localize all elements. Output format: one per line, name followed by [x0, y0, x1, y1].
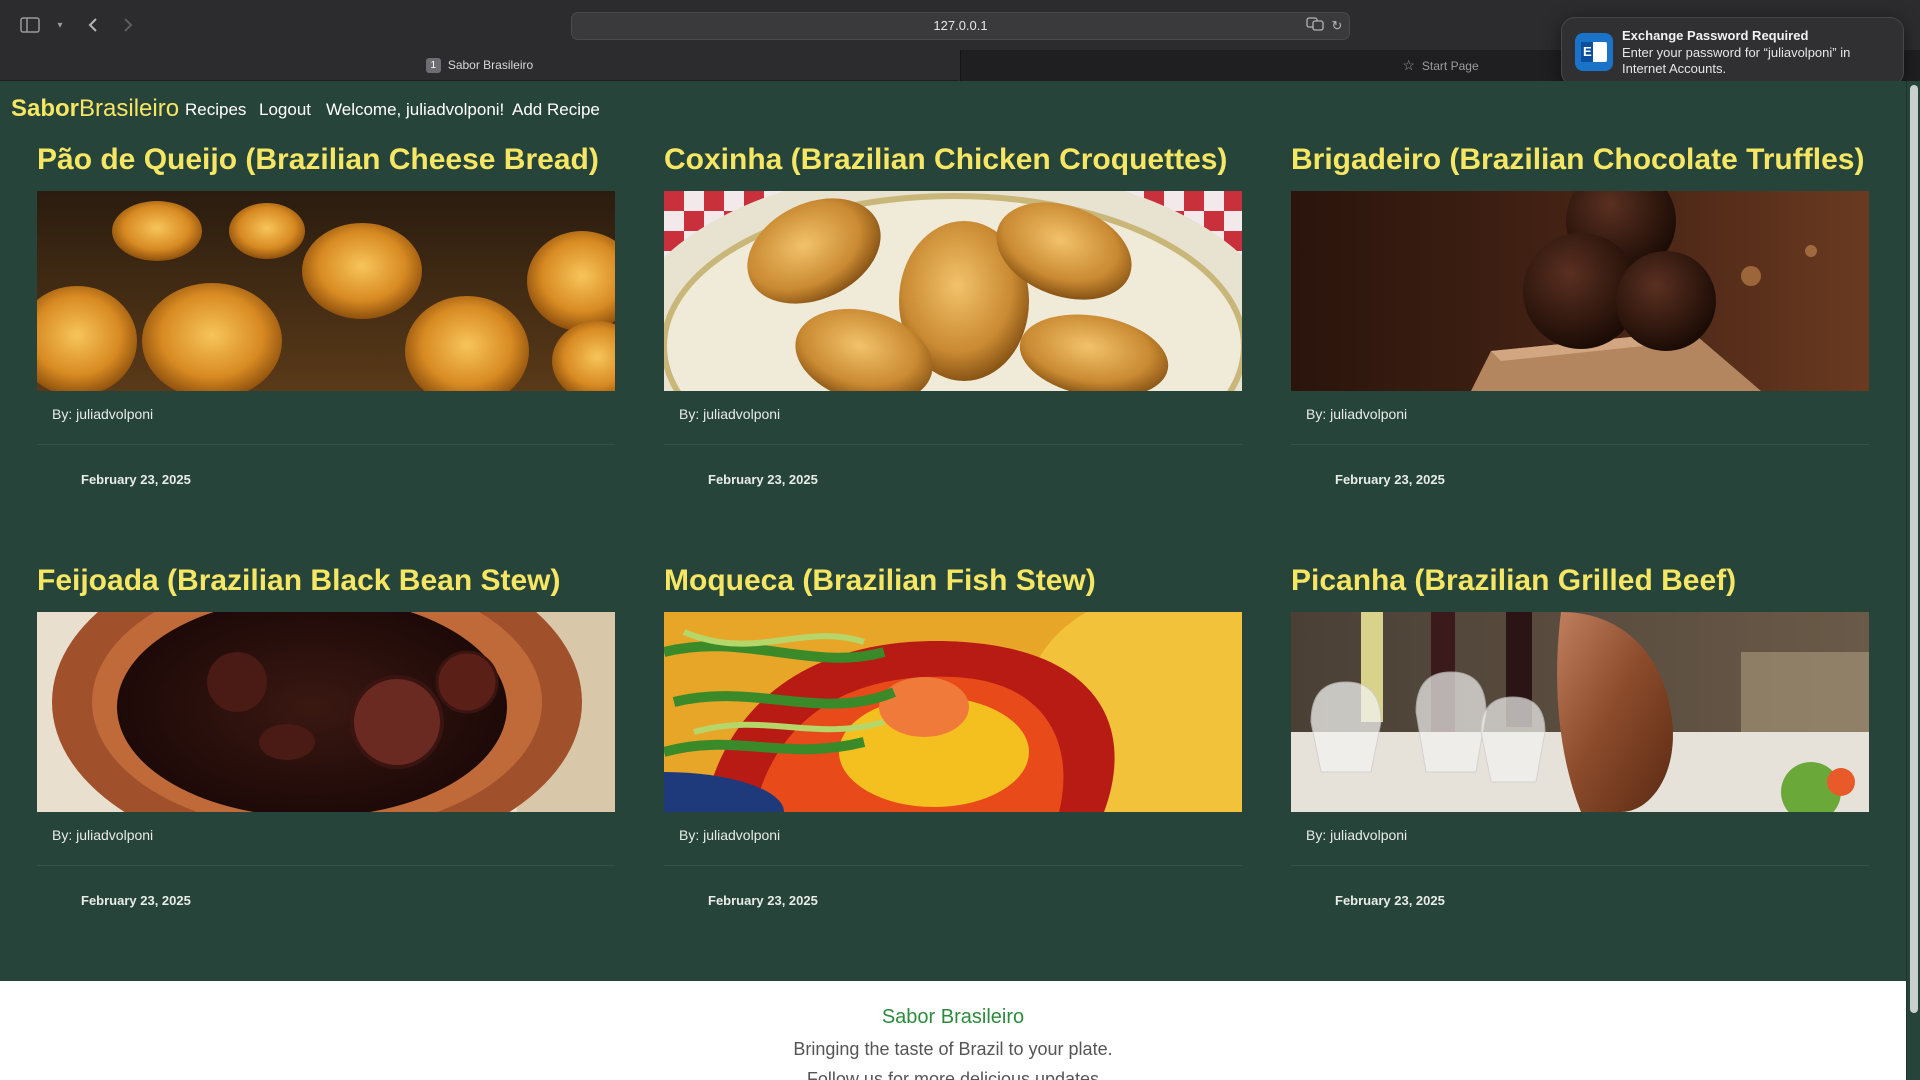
outlook-icon: [1575, 33, 1613, 71]
divider: [1291, 865, 1869, 866]
recipe-title[interactable]: Brigadeiro (Brazilian Chocolate Truffles…: [1291, 143, 1906, 177]
brand-regular: Brasileiro: [79, 95, 180, 122]
brand-bold: Sabor: [11, 95, 80, 122]
recipe-image-picanha[interactable]: [1291, 612, 1869, 812]
footer-tagline: Bringing the taste of Brazil to your pla…: [793, 1039, 1113, 1059]
recipe-image-pao-de-queijo[interactable]: [37, 191, 615, 391]
forward-icon[interactable]: [117, 14, 139, 36]
recipe-date: February 23, 2025: [81, 472, 191, 487]
divider: [664, 865, 1242, 866]
recipe-title[interactable]: Pão de Queijo (Brazilian Cheese Bread): [37, 143, 657, 177]
back-icon[interactable]: [82, 14, 104, 36]
translate-icon[interactable]: [1306, 17, 1324, 35]
divider: [37, 444, 615, 445]
tab-label: Sabor Brasileiro: [447, 58, 534, 72]
recipe-date: February 23, 2025: [1335, 893, 1445, 908]
divider: [664, 444, 1242, 445]
nav-logout-link[interactable]: Logout: [259, 100, 311, 120]
notification-body: Enter your password for “juliavolponi” i…: [1622, 45, 1851, 76]
footer-more-text: Follow us for more delicious updates: [806, 1069, 1100, 1080]
recipe-author: By: juliadvolponi: [1306, 827, 1408, 843]
notification-title: Exchange Password Required: [1622, 28, 1809, 43]
recipe-date: February 23, 2025: [81, 893, 191, 908]
page-viewport: SaborBrasileiro Recipes Logout Welcome, …: [0, 81, 1906, 1080]
recipe-author: By: juliadvolponi: [679, 406, 781, 422]
divider: [37, 865, 615, 866]
nav-recipes-link[interactable]: Recipes: [185, 100, 246, 120]
chevron-down-icon[interactable]: ▾: [49, 14, 71, 36]
recipe-title[interactable]: Coxinha (Brazilian Chicken Croquettes): [664, 143, 1284, 177]
recipe-image-brigadeiro[interactable]: [1291, 191, 1869, 391]
tab-number-badge: 1: [425, 57, 441, 73]
recipe-author: By: juliadvolponi: [1306, 406, 1408, 422]
address-bar[interactable]: 127.0.0.1 ↻: [571, 12, 1350, 40]
tab-label: Start Page: [1421, 58, 1479, 73]
recipe-title[interactable]: Picanha (Brazilian Grilled Beef): [1291, 564, 1906, 598]
recipe-title[interactable]: Feijoada (Brazilian Black Bean Stew): [37, 564, 657, 598]
footer-title: Sabor Brasileiro: [881, 1006, 1025, 1028]
tab-sabor-brasileiro[interactable]: 1 Sabor Brasileiro: [0, 50, 959, 81]
site-navbar: SaborBrasileiro Recipes Logout Welcome, …: [0, 81, 1906, 139]
recipe-title[interactable]: Moqueca (Brazilian Fish Stew): [664, 564, 1284, 598]
site-footer: Sabor Brasileiro Bringing the taste of B…: [0, 981, 1906, 1080]
page-scrollbar[interactable]: [1906, 81, 1920, 1080]
recipe-date: February 23, 2025: [708, 472, 818, 487]
reload-icon[interactable]: ↻: [1328, 17, 1346, 35]
nav-welcome-text[interactable]: Welcome, juliadvolponi!: [326, 100, 504, 120]
recipe-date: February 23, 2025: [708, 893, 818, 908]
site-logo[interactable]: SaborBrasileiro: [11, 95, 179, 123]
recipe-author: By: juliadvolponi: [679, 827, 781, 843]
nav-add-recipe-link[interactable]: Add Recipe: [512, 100, 600, 120]
sidebar-toggle-icon[interactable]: [19, 14, 41, 36]
recipe-image-coxinha[interactable]: [664, 191, 1242, 391]
scrollbar-thumb[interactable]: [1910, 85, 1918, 1013]
star-icon: ☆: [1402, 57, 1415, 73]
exchange-password-notification[interactable]: Exchange Password Required Enter your pa…: [1561, 17, 1904, 86]
recipe-image-feijoada[interactable]: [37, 612, 615, 812]
divider: [1291, 444, 1869, 445]
url-text: 127.0.0.1: [933, 18, 988, 33]
recipe-date: February 23, 2025: [1335, 472, 1445, 487]
recipe-author: By: juliadvolponi: [52, 406, 154, 422]
recipe-author: By: juliadvolponi: [52, 827, 154, 843]
recipe-image-moqueca[interactable]: [664, 612, 1242, 812]
